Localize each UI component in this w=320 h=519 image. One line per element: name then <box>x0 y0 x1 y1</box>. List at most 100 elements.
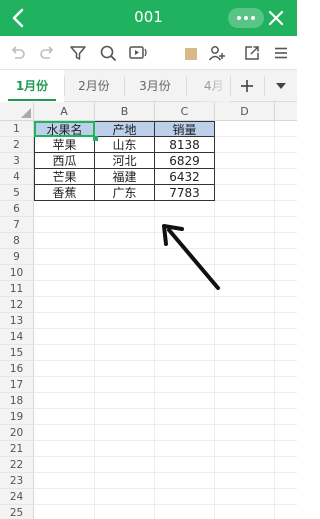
empty-cell[interactable] <box>155 201 215 217</box>
row-header[interactable]: 8 <box>0 233 34 249</box>
empty-cell[interactable] <box>155 473 215 489</box>
empty-cell[interactable] <box>275 377 297 393</box>
empty-cell[interactable] <box>34 329 95 345</box>
empty-cell[interactable] <box>95 313 155 329</box>
empty-cell[interactable] <box>95 249 155 265</box>
row-header[interactable]: 16 <box>0 361 34 377</box>
column-header-b[interactable]: B <box>95 102 155 121</box>
empty-cell[interactable] <box>155 297 215 313</box>
redo-icon[interactable] <box>38 44 56 62</box>
row-header[interactable]: 6 <box>0 201 34 217</box>
empty-cell[interactable] <box>275 361 297 377</box>
empty-cell[interactable] <box>275 505 297 519</box>
row-header[interactable]: 21 <box>0 441 34 457</box>
empty-cell[interactable] <box>215 489 275 505</box>
table-cell[interactable]: 苹果 <box>34 137 95 153</box>
empty-cell[interactable] <box>155 217 215 233</box>
empty-cell[interactable] <box>34 201 95 217</box>
empty-cell[interactable] <box>215 217 275 233</box>
empty-cell[interactable] <box>275 313 297 329</box>
read-aloud-icon[interactable] <box>128 44 150 62</box>
row-header[interactable]: 15 <box>0 345 34 361</box>
empty-cell[interactable] <box>95 217 155 233</box>
empty-cell[interactable] <box>95 393 155 409</box>
empty-cell[interactable] <box>34 249 95 265</box>
table-cell[interactable]: 广东 <box>95 185 155 201</box>
table-cell[interactable]: 7783 <box>155 185 215 201</box>
empty-cell[interactable] <box>95 505 155 519</box>
table-cell[interactable]: 福建 <box>95 169 155 185</box>
empty-cell[interactable] <box>275 153 297 169</box>
empty-cell[interactable] <box>215 169 275 185</box>
empty-cell[interactable] <box>34 409 95 425</box>
empty-cell[interactable] <box>215 265 275 281</box>
empty-cell[interactable] <box>275 473 297 489</box>
empty-cell[interactable] <box>155 265 215 281</box>
empty-cell[interactable] <box>275 489 297 505</box>
empty-cell[interactable] <box>34 505 95 519</box>
table-cell[interactable]: 芒果 <box>34 169 95 185</box>
more-icon[interactable] <box>228 8 264 28</box>
empty-cell[interactable] <box>155 505 215 519</box>
table-header-cell[interactable]: 产地 <box>95 121 155 137</box>
table-header-cell[interactable]: 销量 <box>155 121 215 137</box>
empty-cell[interactable] <box>34 217 95 233</box>
row-header[interactable]: 14 <box>0 329 34 345</box>
empty-cell[interactable] <box>95 441 155 457</box>
row-header[interactable]: 7 <box>0 217 34 233</box>
add-user-icon[interactable] <box>208 44 226 62</box>
empty-cell[interactable] <box>215 329 275 345</box>
row-header[interactable]: 17 <box>0 377 34 393</box>
empty-cell[interactable] <box>215 233 275 249</box>
empty-cell[interactable] <box>155 249 215 265</box>
empty-cell[interactable] <box>34 361 95 377</box>
empty-cell[interactable] <box>34 393 95 409</box>
empty-cell[interactable] <box>95 281 155 297</box>
share-icon[interactable] <box>243 44 261 62</box>
menu-icon[interactable] <box>272 44 290 62</box>
empty-cell[interactable] <box>215 505 275 519</box>
empty-cell[interactable] <box>215 185 275 201</box>
table-cell[interactable]: 6432 <box>155 169 215 185</box>
empty-cell[interactable] <box>275 233 297 249</box>
sheet-list-button[interactable] <box>264 70 297 102</box>
search-icon[interactable] <box>99 44 117 62</box>
empty-cell[interactable] <box>95 489 155 505</box>
row-header[interactable]: 23 <box>0 473 34 489</box>
row-header[interactable]: 25 <box>0 505 34 519</box>
empty-cell[interactable] <box>275 329 297 345</box>
row-header[interactable]: 11 <box>0 281 34 297</box>
empty-cell[interactable] <box>95 233 155 249</box>
empty-cell[interactable] <box>34 265 95 281</box>
empty-cell[interactable] <box>275 249 297 265</box>
empty-cell[interactable] <box>155 233 215 249</box>
empty-cell[interactable] <box>215 297 275 313</box>
empty-cell[interactable] <box>34 425 95 441</box>
empty-cell[interactable] <box>155 377 215 393</box>
empty-cell[interactable] <box>34 473 95 489</box>
empty-cell[interactable] <box>155 361 215 377</box>
tab-january[interactable]: 1月份 <box>0 70 64 102</box>
table-cell[interactable]: 8138 <box>155 137 215 153</box>
row-header[interactable]: 13 <box>0 313 34 329</box>
empty-cell[interactable] <box>34 377 95 393</box>
empty-cell[interactable] <box>215 425 275 441</box>
empty-cell[interactable] <box>215 249 275 265</box>
row-header[interactable]: 18 <box>0 393 34 409</box>
table-cell[interactable]: 西瓜 <box>34 153 95 169</box>
empty-cell[interactable] <box>215 281 275 297</box>
row-header[interactable]: 22 <box>0 457 34 473</box>
empty-cell[interactable] <box>155 313 215 329</box>
empty-cell[interactable] <box>275 345 297 361</box>
empty-cell[interactable] <box>215 473 275 489</box>
empty-cell[interactable] <box>95 457 155 473</box>
empty-cell[interactable] <box>95 409 155 425</box>
empty-cell[interactable] <box>95 345 155 361</box>
empty-cell[interactable] <box>155 329 215 345</box>
empty-cell[interactable] <box>275 217 297 233</box>
empty-cell[interactable] <box>34 457 95 473</box>
empty-cell[interactable] <box>34 313 95 329</box>
select-all-corner[interactable] <box>0 102 34 121</box>
empty-cell[interactable] <box>155 393 215 409</box>
empty-cell[interactable] <box>275 265 297 281</box>
